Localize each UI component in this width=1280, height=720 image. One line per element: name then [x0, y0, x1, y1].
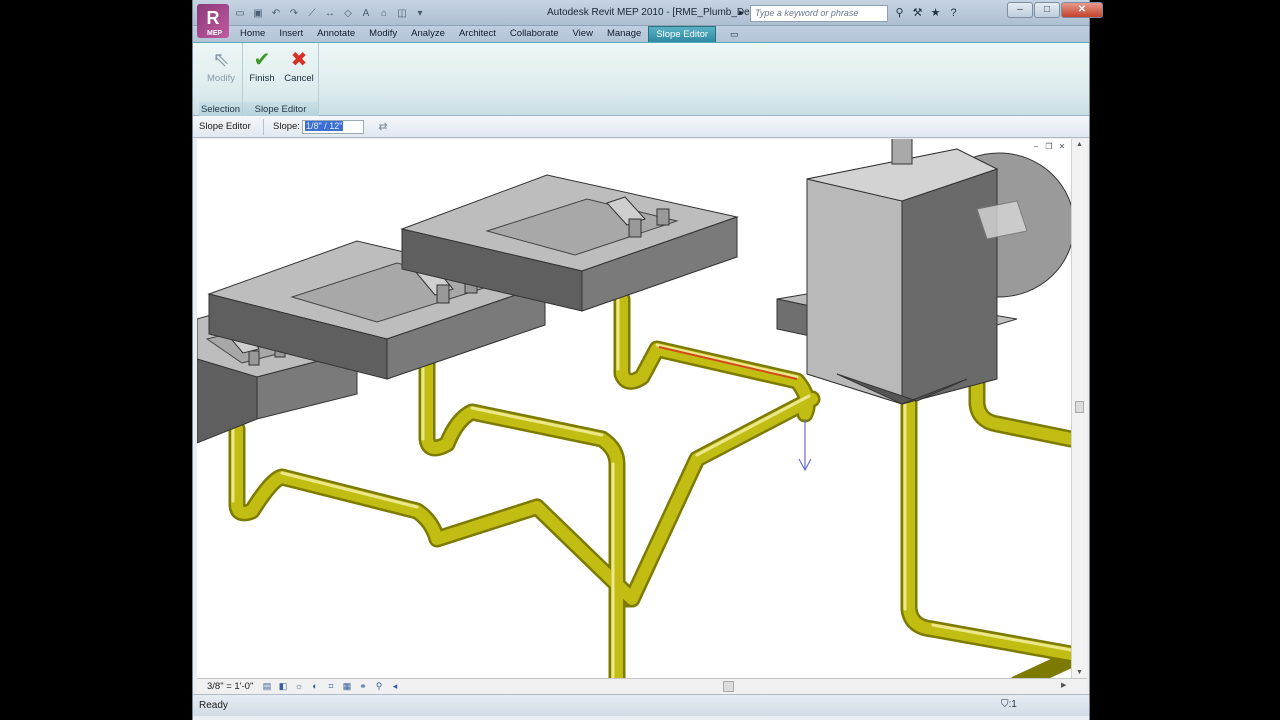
- tab-collaborate[interactable]: Collaborate: [503, 26, 566, 42]
- search-input[interactable]: Type a keyword or phrase: [750, 5, 888, 22]
- options-bar: Slope Editor Slope: 1/8" / 12" ⇄: [193, 116, 1089, 138]
- close-button[interactable]: ✕: [1061, 2, 1103, 18]
- app-logo-sub: MEP: [207, 30, 223, 37]
- tag-icon[interactable]: ◇: [341, 7, 355, 20]
- vertical-scrollbar[interactable]: ▲ ▼: [1071, 139, 1087, 678]
- slope-value: 1/8" / 12": [305, 121, 344, 131]
- quick-access-toolbar: ▭ ▣ ↶ ↷ ⟋ ↔ ◇ A ⌂ ◫ ▾: [233, 7, 427, 20]
- ribbon-panel: ⇖ Modify Selection ✔ Finish ✖ Cancel Slo…: [193, 42, 1089, 117]
- tab-analyze[interactable]: Analyze: [404, 26, 452, 42]
- title-bar: ▭ ▣ ↶ ↷ ⟋ ↔ ◇ A ⌂ ◫ ▾ Autodesk Revit MEP…: [193, 0, 1103, 26]
- section-icon[interactable]: ◫: [395, 7, 409, 20]
- view-window-controls: – ❐ ✕: [1031, 142, 1067, 151]
- options-context-label: Slope Editor: [199, 121, 251, 132]
- tab-slope-editor[interactable]: Slope Editor: [648, 26, 717, 42]
- cancel-button-label: Cancel: [284, 73, 314, 84]
- scroll-left-icon[interactable]: ◂: [389, 680, 401, 692]
- slope-input[interactable]: 1/8" / 12": [302, 120, 364, 134]
- filter-count: :1: [1008, 699, 1017, 710]
- crop-view-icon[interactable]: ⌗: [325, 680, 337, 692]
- ribbon-minimize-icon[interactable]: ▭: [730, 26, 744, 42]
- dropdown-icon[interactable]: ▾: [413, 7, 427, 20]
- finish-button-label: Finish: [249, 73, 275, 84]
- reveal-hidden-icon[interactable]: ⚲: [373, 680, 385, 692]
- maximize-button[interactable]: □: [1034, 2, 1060, 18]
- undo-icon[interactable]: ↶: [269, 7, 283, 20]
- tab-home[interactable]: Home: [233, 26, 272, 42]
- sun-path-icon[interactable]: ☼: [293, 680, 305, 692]
- 3d-viewport[interactable]: – ❐ ✕: [197, 139, 1071, 678]
- selection-panel: ⇖ Modify Selection: [199, 43, 243, 117]
- help-icon[interactable]: ?: [947, 6, 960, 20]
- title-overflow-icon: ▸: [739, 7, 744, 17]
- view-control-bar: 3/8" = 1'-0" ▤ ◧ ☼ ◐ ⌗ ▦ ⚭ ⚲ ◂ ▶: [197, 678, 1087, 694]
- scroll-thumb[interactable]: [1075, 401, 1084, 413]
- save-icon[interactable]: ▣: [251, 7, 265, 20]
- tab-annotate[interactable]: Annotate: [310, 26, 362, 42]
- selection-filter[interactable]: ⛉:1: [1001, 699, 1017, 710]
- slope-editor-panel-label: Slope Editor: [243, 102, 318, 117]
- favorites-icon[interactable]: ★: [929, 6, 942, 20]
- flow-arrow-icon: [798, 419, 812, 472]
- text-icon[interactable]: A: [359, 7, 373, 20]
- status-bar: Ready ⛉:1: [193, 694, 1089, 716]
- open-icon[interactable]: ▭: [233, 7, 247, 20]
- window-title: Autodesk Revit MEP 2010 - [RME_Plumb_Des…: [547, 7, 764, 18]
- revit-window: ▭ ▣ ↶ ↷ ⟋ ↔ ◇ A ⌂ ◫ ▾ Autodesk Revit MEP…: [192, 0, 1103, 720]
- toilet-fixture[interactable]: [776, 139, 1071, 405]
- selected-pipe-segment[interactable]: [658, 346, 798, 380]
- scroll-right-icon[interactable]: ▶: [1061, 681, 1066, 689]
- slope-editor-panel: ✔ Finish ✖ Cancel Slope Editor: [243, 43, 319, 117]
- infocenter-toolbar: ⚲ ⚒ ★ ?: [893, 6, 960, 20]
- tab-manage[interactable]: Manage: [600, 26, 648, 42]
- scroll-up-icon[interactable]: ▲: [1076, 141, 1083, 148]
- selection-panel-label: Selection: [199, 102, 242, 117]
- cancel-button[interactable]: ✖ Cancel: [281, 47, 317, 84]
- show-crop-icon[interactable]: ▦: [341, 680, 353, 692]
- tab-view[interactable]: View: [566, 26, 600, 42]
- window-controls: – □ ✕: [1007, 2, 1103, 18]
- modify-button[interactable]: ⇖ Modify: [203, 47, 239, 84]
- measure-icon[interactable]: ⟋: [305, 7, 319, 20]
- finish-button[interactable]: ✔ Finish: [244, 47, 280, 84]
- checkmark-icon: ✔: [253, 49, 271, 71]
- plumbing-model: [197, 139, 1071, 678]
- view-scale[interactable]: 3/8" = 1'-0": [207, 681, 253, 692]
- scroll-down-icon[interactable]: ▼: [1076, 669, 1083, 676]
- tab-insert[interactable]: Insert: [272, 26, 310, 42]
- status-text: Ready: [199, 700, 228, 711]
- tab-modify[interactable]: Modify: [362, 26, 404, 42]
- visual-style-icon[interactable]: ◧: [277, 680, 289, 692]
- 3d-view-icon[interactable]: ⌂: [377, 7, 391, 20]
- filter-icon: ⛉: [1001, 699, 1009, 710]
- app-logo-letter: R: [206, 8, 220, 28]
- view-minimize-icon[interactable]: –: [1031, 142, 1041, 151]
- swap-slope-icon[interactable]: ⇄: [373, 120, 393, 134]
- options-divider: [263, 119, 264, 135]
- x-mark-icon: ✖: [290, 49, 308, 71]
- slope-label: Slope:: [273, 121, 300, 132]
- temporary-hide-icon[interactable]: ⚭: [357, 680, 369, 692]
- application-menu-button[interactable]: R MEP: [197, 4, 229, 38]
- view-restore-icon[interactable]: ❐: [1044, 142, 1054, 151]
- shadows-icon[interactable]: ◐: [309, 680, 321, 692]
- minimize-button[interactable]: –: [1007, 2, 1033, 18]
- dimension-icon[interactable]: ↔: [323, 7, 337, 20]
- view-control-icons: ▤ ◧ ☼ ◐ ⌗ ▦ ⚭ ⚲ ◂: [261, 680, 401, 692]
- modify-button-label: Modify: [207, 73, 235, 84]
- redo-icon[interactable]: ↷: [287, 7, 301, 20]
- view-close-icon[interactable]: ✕: [1057, 142, 1067, 151]
- subscription-icon[interactable]: ⚒: [911, 6, 924, 20]
- binoculars-icon[interactable]: ⚲: [893, 6, 906, 20]
- horizontal-scroll-thumb[interactable]: [723, 681, 734, 692]
- detail-level-icon[interactable]: ▤: [261, 680, 273, 692]
- ribbon-tabs: Home Insert Annotate Modify Analyze Arch…: [193, 26, 1089, 42]
- tab-architect[interactable]: Architect: [452, 26, 503, 42]
- cursor-icon: ⇖: [212, 49, 230, 71]
